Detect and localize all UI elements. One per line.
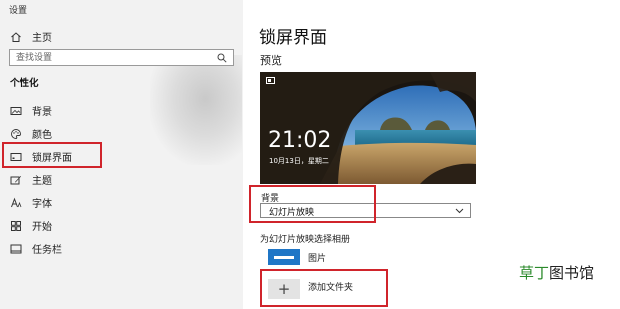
section-title: 个性化: [10, 78, 39, 89]
watermark-part2: 图书馆: [549, 264, 595, 282]
sidebar-item-label: 任务栏: [32, 245, 62, 256]
preview-time: 21:02: [268, 128, 332, 153]
window-title: 设置: [9, 6, 28, 16]
sidebar-item-label: 颜色: [32, 130, 52, 141]
background-highlight-frame: [249, 185, 376, 223]
lockscreen-highlight-frame: [2, 142, 102, 168]
album-tile[interactable]: [268, 249, 300, 265]
add-folder-highlight-frame: [260, 269, 388, 307]
slideshow-icon: [266, 77, 275, 84]
album-section-label: 为幻灯片放映选择相册: [260, 235, 351, 245]
sidebar-item-background[interactable]: 背景: [10, 103, 52, 118]
sidebar-item-label: 背景: [32, 107, 52, 118]
font-icon: [10, 197, 22, 209]
sidebar-item-label: 开始: [32, 222, 52, 233]
sidebar-blur: [150, 55, 242, 165]
chevron-down-icon: [455, 208, 464, 214]
sidebar-item-taskbar[interactable]: 任务栏: [10, 241, 62, 256]
watermark: 草丁 图书馆: [519, 262, 594, 283]
search-box[interactable]: [9, 49, 234, 66]
sidebar-item-label: 主题: [32, 176, 52, 187]
palette-icon: [10, 128, 22, 140]
sidebar-item-themes[interactable]: 主题: [10, 172, 52, 187]
album-thumbnail-icon: [274, 255, 294, 259]
sidebar-item-start[interactable]: 开始: [10, 218, 52, 233]
taskbar-icon: [10, 243, 22, 255]
lockscreen-preview: 21:02 10月13日，星期二: [260, 72, 476, 184]
sidebar-item-label: 字体: [32, 199, 52, 210]
preview-date: 10月13日，星期二: [269, 157, 329, 165]
theme-brush-icon: [10, 174, 22, 186]
start-grid-icon: [10, 220, 22, 232]
sidebar-item-fonts[interactable]: 字体: [10, 195, 52, 210]
home-link[interactable]: 主页: [10, 29, 52, 44]
image-icon: [10, 105, 22, 117]
search-icon[interactable]: [217, 53, 227, 63]
sidebar: 设置 主页 个性化 背景 颜色 锁屏界面 主题: [0, 0, 243, 309]
watermark-part1: 草丁: [519, 264, 550, 282]
page-title: 锁屏界面: [259, 28, 327, 48]
preview-label: 预览: [260, 54, 282, 67]
home-icon: [10, 31, 22, 43]
sidebar-item-colors[interactable]: 颜色: [10, 126, 52, 141]
home-label: 主页: [32, 33, 52, 44]
album-name[interactable]: 图片: [308, 251, 326, 264]
search-input[interactable]: [16, 51, 206, 64]
